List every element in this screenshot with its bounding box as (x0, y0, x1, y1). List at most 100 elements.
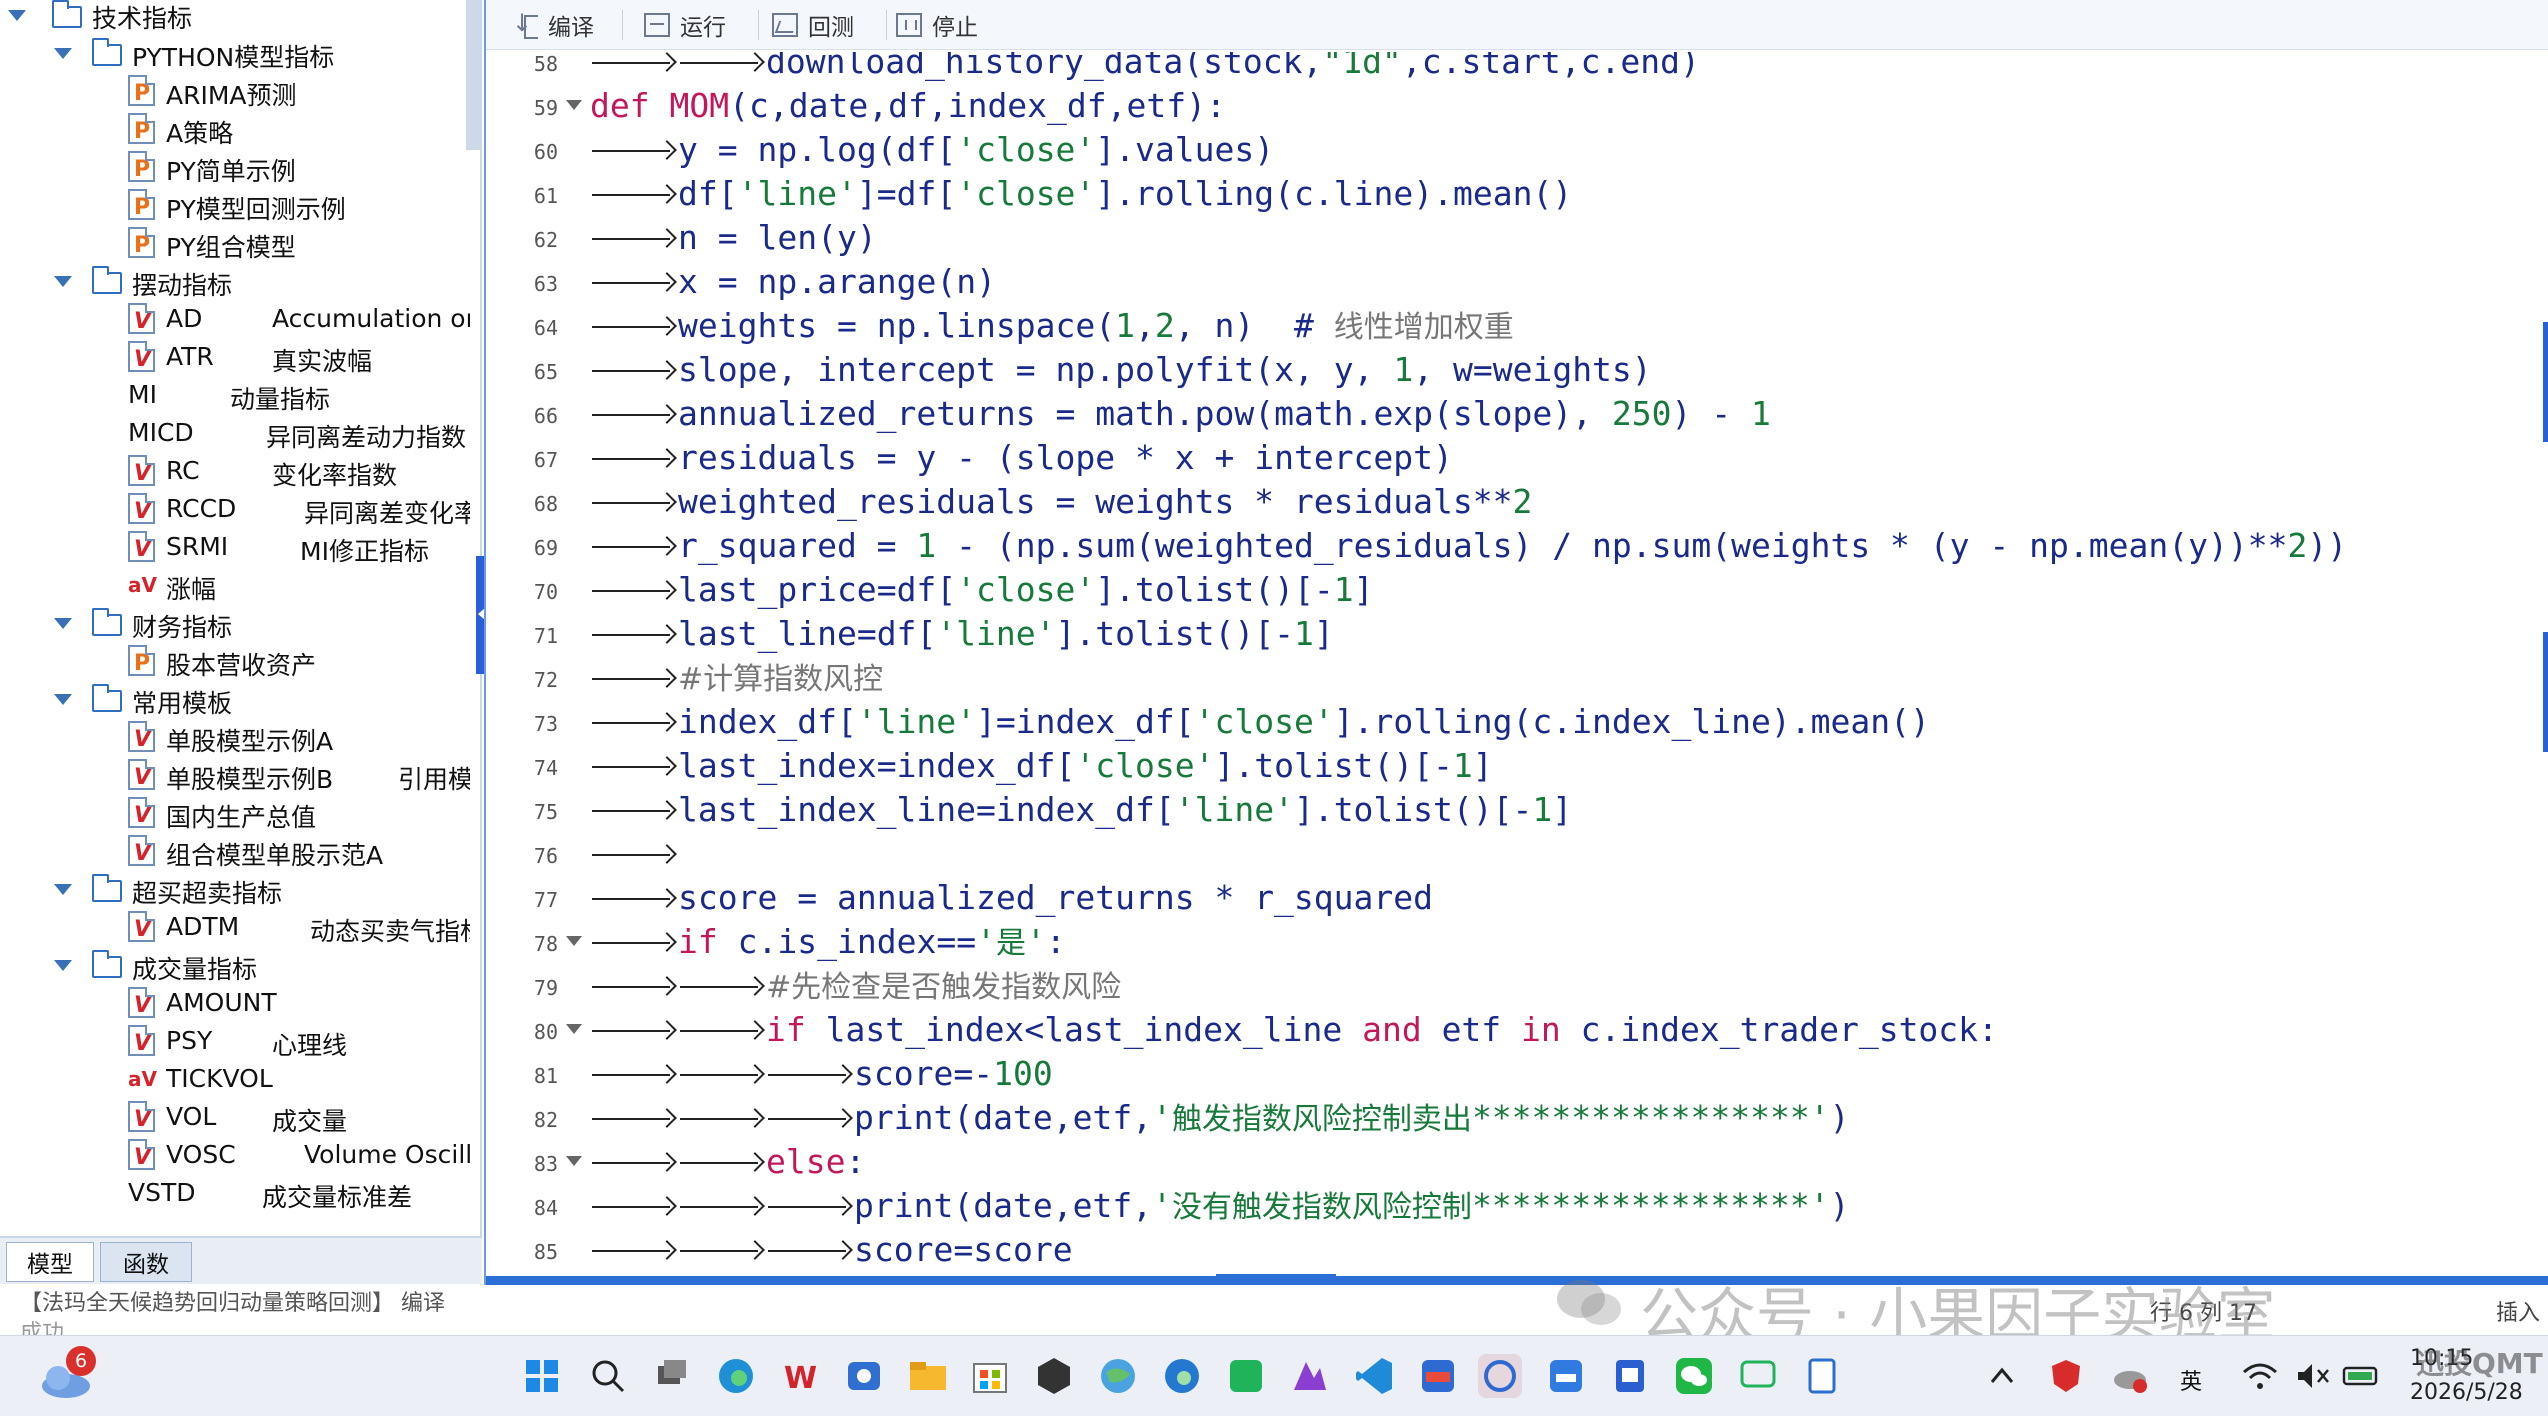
tree-item[interactable]: P PY组合模型 (0, 224, 470, 262)
code-text-area[interactable]: 58 download_history_data(stock,"1d",c.sta… (486, 52, 2526, 1280)
chevron-up-icon[interactable] (1980, 1354, 2024, 1398)
code-line[interactable]: 77 score = annualized_returns * r_squared (486, 876, 2526, 920)
tree-folder[interactable]: 超买超卖指标 (0, 870, 470, 908)
battery-icon[interactable] (2340, 1354, 2384, 1398)
qmt-app-icon[interactable] (1478, 1354, 1522, 1398)
globe-app-icon[interactable] (1096, 1354, 1140, 1398)
code-line[interactable]: 80 if last_index<last_index_line and etf … (486, 1008, 2526, 1052)
expand-arrow-icon[interactable] (54, 276, 72, 287)
code-line[interactable]: 66 annualized_returns = math.pow(math.exp… (486, 392, 2526, 436)
mail-app-icon[interactable] (842, 1354, 886, 1398)
task-view-icon[interactable] (650, 1354, 694, 1398)
stop-button[interactable]: 停止 (896, 6, 978, 44)
tree-item[interactable]: V RCCD 异同离差变化率 (0, 490, 470, 528)
code-line[interactable]: 74 last_index=index_df['close'].tolist()[… (486, 744, 2526, 788)
expand-arrow-icon[interactable] (8, 10, 26, 21)
code-line[interactable]: 70 last_price=df['close'].tolist()[-1] (486, 568, 2526, 612)
clock-date[interactable]: 2026/5/28 (2410, 1380, 2523, 1405)
tree-node-root[interactable]: 技术指标 (0, 0, 470, 34)
tree-item[interactable]: P PY简单示例 (0, 148, 470, 186)
code-line[interactable]: 60 y = np.log(df['close'].values) (486, 128, 2526, 172)
windows-start-icon[interactable] (520, 1354, 564, 1398)
tree-item[interactable]: V 单股模型示例B 引用模 (0, 756, 470, 794)
security-shield-icon[interactable] (2044, 1354, 2088, 1398)
file-explorer-icon[interactable] (906, 1354, 950, 1398)
code-line[interactable]: 68 weighted_residuals = weights * residua… (486, 480, 2526, 524)
fold-toggle-icon[interactable] (566, 1024, 582, 1034)
code-line[interactable]: 64 weights = np.linspace(1,2, n) # 线性增加权重 (486, 304, 2526, 348)
code-line[interactable]: 82 print(date,etf,'触发指数风险控制卖出************… (486, 1096, 2526, 1140)
tree-item[interactable]: V 组合模型单股示范A (0, 832, 470, 870)
code-line[interactable]: 73 index_df['line']=index_df['close'].rol… (486, 700, 2526, 744)
tree-item[interactable]: V 国内生产总值 (0, 794, 470, 832)
purple-app-icon[interactable] (1288, 1354, 1332, 1398)
tree-item[interactable]: V 单股模型示例A (0, 718, 470, 756)
tree-item[interactable]: P ARIMA预测 (0, 72, 470, 110)
volume-muted-icon[interactable] (2290, 1354, 2334, 1398)
tree-item[interactable]: P A策略 (0, 110, 470, 148)
tree-item[interactable]: V VOL 成交量 (0, 1098, 470, 1136)
wifi-icon[interactable] (2238, 1354, 2282, 1398)
tree-item[interactable]: V AD Accumulation or (0, 300, 470, 338)
tree-item[interactable]: VSTD 成交量标准差 (0, 1174, 470, 1212)
compile-button[interactable]: 编译 (512, 6, 594, 44)
tree-item[interactable]: V AMOUNT (0, 984, 470, 1022)
tree-item[interactable]: V RC 变化率指数 (0, 452, 470, 490)
tree-folder[interactable]: 常用模板 (0, 680, 470, 718)
wps-icon[interactable]: W (778, 1354, 822, 1398)
tree-folder[interactable]: 财务指标 (0, 604, 470, 642)
tree-item[interactable]: V VOSC Volume Oscilla (0, 1136, 470, 1174)
code-line[interactable]: 63 x = np.arange(n) (486, 260, 2526, 304)
search-icon[interactable] (586, 1354, 630, 1398)
code-line[interactable]: 81 score=-100 (486, 1052, 2526, 1096)
code-line[interactable]: 61 df['line']=df['close'].rolling(c.line)… (486, 172, 2526, 216)
chat-app-icon[interactable] (1736, 1354, 1780, 1398)
run-button[interactable]: 运行 (644, 6, 726, 44)
quant-app-icon[interactable] (1544, 1354, 1588, 1398)
code-line[interactable]: 83 else: (486, 1140, 2526, 1184)
code-line[interactable]: 58 download_history_data(stock,"1d",c.sta… (486, 52, 2526, 84)
editor-scrollbar[interactable] (2532, 52, 2548, 1280)
code-line[interactable]: 79 #先检查是否触发指数风险 (486, 964, 2526, 1008)
backtest-button[interactable]: 回测 (772, 6, 854, 44)
code-line[interactable]: 59 def MOM(c,date,df,index_df,etf): (486, 84, 2526, 128)
expand-arrow-icon[interactable] (54, 884, 72, 895)
fold-toggle-icon[interactable] (566, 936, 582, 946)
tree-folder[interactable]: PYTHON模型指标 (0, 34, 470, 72)
tree-item[interactable]: aV TICKVOL (0, 1060, 470, 1098)
edge-ai-icon[interactable] (1160, 1354, 1204, 1398)
code-line[interactable]: 65 slope, intercept = np.polyfit(x, y, 1,… (486, 348, 2526, 392)
tree-item[interactable]: V SRMI MI修正指标 (0, 528, 470, 566)
fold-toggle-icon[interactable] (566, 100, 582, 110)
green-app-icon[interactable] (1224, 1354, 1268, 1398)
tree-item[interactable]: MI 动量指标 (0, 376, 470, 414)
code-line[interactable]: 85 score=score (486, 1228, 2526, 1272)
input-method-indicator[interactable]: 英 (2180, 1364, 2202, 1396)
tree-folder[interactable]: 摆动指标 (0, 262, 470, 300)
code-line[interactable]: 62 n = len(y) (486, 216, 2526, 260)
code-line[interactable]: 69 r_squared = 1 - (np.sum(weighted_resid… (486, 524, 2526, 568)
code-line[interactable]: 72 #计算指数风控 (486, 656, 2526, 700)
expand-arrow-icon[interactable] (54, 618, 72, 629)
tab-function[interactable]: 函数 (100, 1242, 192, 1282)
tree-scrollbar-thumb[interactable] (466, 0, 480, 150)
expand-arrow-icon[interactable] (54, 694, 72, 705)
tree-item[interactable]: V ADTM 动态买卖气指标 (0, 908, 470, 946)
code-line[interactable]: 84 print(date,etf,'没有触发指数风险控制************… (486, 1184, 2526, 1228)
store-icon[interactable] (968, 1354, 1012, 1398)
code-line[interactable]: 78 if c.is_index=='是': (486, 920, 2526, 964)
edge-browser-icon[interactable] (714, 1354, 758, 1398)
expand-arrow-icon[interactable] (54, 48, 72, 59)
code-line[interactable]: 76 (486, 832, 2526, 876)
tree-item[interactable]: aV 涨幅 (0, 566, 470, 604)
tab-model[interactable]: 模型 (6, 1242, 94, 1282)
code-line[interactable]: 67 residuals = y - (slope * x + intercept… (486, 436, 2526, 480)
tree-folder[interactable]: 成交量指标 (0, 946, 470, 984)
notes-app-icon[interactable] (1608, 1354, 1652, 1398)
trading-app-icon[interactable] (1416, 1354, 1460, 1398)
tree-item[interactable]: P PY模型回测示例 (0, 186, 470, 224)
code-line[interactable]: 75 last_index_line=index_df['line'].tolis… (486, 788, 2526, 832)
notepad-icon[interactable] (1800, 1354, 1844, 1398)
code-editor[interactable]: 编译 运行 回测 停止 58 download_history_data(stoc… (484, 0, 2548, 1285)
cloud-sync-icon[interactable] (2108, 1354, 2152, 1398)
